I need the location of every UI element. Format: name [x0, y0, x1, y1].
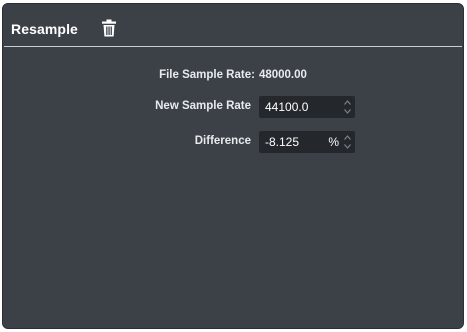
file-sample-rate-label: File Sample Rate: — [159, 69, 255, 81]
difference-spinner[interactable] — [343, 133, 352, 151]
difference-field[interactable]: -8.125 % — [259, 131, 355, 153]
new-sample-rate-spinner[interactable] — [343, 98, 352, 116]
file-sample-rate-value: 48000.00 — [258, 69, 307, 81]
file-sample-rate: File Sample Rate: 48000.00 — [3, 69, 463, 81]
delete-button[interactable] — [101, 19, 117, 37]
difference-value[interactable]: -8.125 — [265, 135, 299, 149]
difference-label: Difference — [194, 135, 251, 147]
panel-title: Resample — [11, 21, 78, 37]
new-sample-rate-label: New Sample Rate — [155, 100, 251, 112]
chevron-down-icon[interactable] — [344, 108, 351, 115]
new-sample-rate-field[interactable]: 44100.0 — [259, 96, 355, 118]
chevron-up-icon[interactable] — [344, 134, 351, 141]
new-sample-rate-value[interactable]: 44100.0 — [265, 100, 308, 114]
panel-header: Resample — [3, 4, 463, 48]
resample-panel: Resample File Sample Rate: 48000.00 New S… — [2, 3, 464, 329]
difference-unit: % — [328, 135, 339, 149]
chevron-down-icon[interactable] — [344, 143, 351, 150]
trash-icon — [102, 19, 116, 37]
header-divider — [4, 46, 462, 47]
chevron-up-icon[interactable] — [344, 99, 351, 106]
